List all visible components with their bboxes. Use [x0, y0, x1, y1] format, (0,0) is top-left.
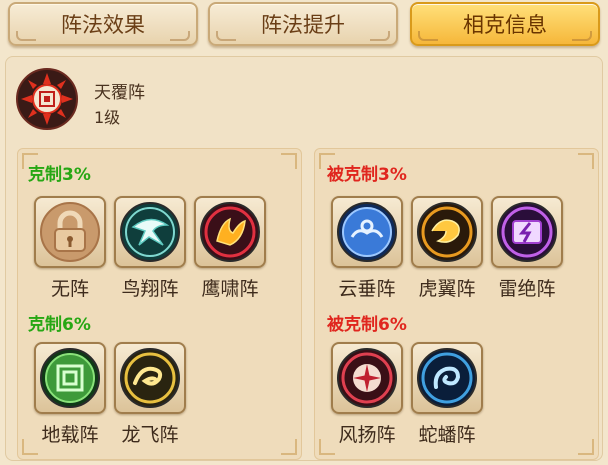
countered-6-label: 被克制6%: [327, 315, 407, 335]
panel-corner-ornament: [281, 439, 297, 455]
formation-name-label: 蛇蟠阵: [418, 424, 476, 446]
tab-formation-upgrade[interactable]: 阵法提升: [208, 2, 398, 46]
panel-corner-ornament: [578, 439, 594, 455]
wind-formation-icon: [337, 348, 397, 408]
bird-formation-icon: [120, 202, 180, 262]
formation-name-label: 地载阵: [41, 424, 99, 446]
formation-slot-earth[interactable]: [34, 342, 106, 414]
tab-corner-ornament: [572, 31, 592, 41]
thunder-formation-icon: [497, 202, 557, 262]
tab-formation-effect[interactable]: 阵法效果: [8, 2, 198, 46]
tab-bar: 阵法效果 阵法提升 相克信息: [0, 0, 608, 52]
countered-3-label: 被克制3%: [327, 165, 407, 185]
formation-slot-dragon[interactable]: [114, 342, 186, 414]
tab-label: 阵法效果: [61, 13, 145, 37]
formation-name-label: 龙飞阵: [121, 424, 179, 446]
panel-corner-ornament: [578, 153, 594, 169]
eagle-formation-icon: [200, 202, 260, 262]
dragon-formation-icon: [120, 348, 180, 408]
tab-label: 阵法提升: [261, 13, 345, 37]
formation-name-label: 云垂阵: [338, 278, 396, 300]
formation-slot-none[interactable]: [34, 196, 106, 268]
formation-slot-wind[interactable]: [331, 342, 403, 414]
tianfu-formation-icon: [16, 68, 78, 130]
formation-slot-bird[interactable]: [114, 196, 186, 268]
formation-header: 天覆阵 1级: [16, 68, 316, 132]
formation-name-label: 鸟翔阵: [121, 278, 179, 300]
formation-slot-tiger[interactable]: [411, 196, 483, 268]
tab-corner-ornament: [16, 31, 36, 41]
formation-slot-eagle[interactable]: [194, 196, 266, 268]
cloud-formation-icon: [337, 202, 397, 262]
panel-corner-ornament: [281, 153, 297, 169]
earth-formation-icon: [40, 348, 100, 408]
tab-corner-ornament: [418, 31, 438, 41]
counter-6-label: 克制6%: [28, 315, 91, 335]
tab-counter-info[interactable]: 相克信息: [410, 2, 600, 46]
formation-name: 天覆阵: [94, 83, 145, 103]
counter-3-label: 克制3%: [28, 165, 91, 185]
formation-slot-cloud[interactable]: [331, 196, 403, 268]
snake-formation-icon: [417, 348, 477, 408]
formation-slot-snake[interactable]: [411, 342, 483, 414]
formation-name-label: 虎翼阵: [418, 278, 476, 300]
lock-icon: [40, 202, 100, 262]
formation-name-label: 鹰啸阵: [201, 278, 259, 300]
formation-name-label: 雷绝阵: [498, 278, 556, 300]
formation-name-label: 风扬阵: [338, 424, 396, 446]
formation-level: 1级: [94, 108, 121, 127]
tab-corner-ornament: [370, 31, 390, 41]
formation-name-label: 无阵: [50, 278, 89, 300]
tab-corner-ornament: [170, 31, 190, 41]
tiger-formation-icon: [417, 202, 477, 262]
formation-slot-thunder[interactable]: [491, 196, 563, 268]
tab-corner-ornament: [216, 31, 236, 41]
tab-label: 相克信息: [463, 13, 547, 37]
